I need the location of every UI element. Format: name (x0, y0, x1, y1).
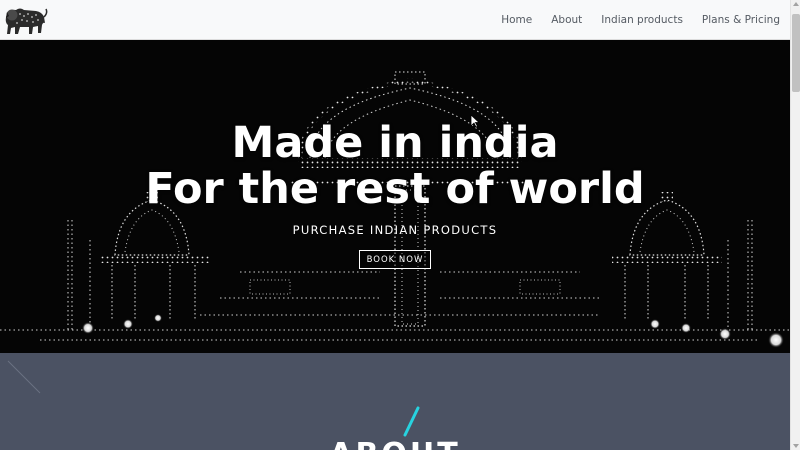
lion-logo-icon (5, 8, 48, 34)
top-navbar: Home About Indian products Plans & Prici… (0, 0, 790, 40)
hero-section: Made in india For the rest of world PURC… (0, 40, 790, 353)
hero-title-line-2: For the rest of world (145, 164, 645, 214)
about-heading: ABOUT (0, 437, 790, 450)
nav-links: Home About Indian products Plans & Prici… (482, 0, 780, 40)
about-section: ABOUT (0, 353, 790, 450)
hero-subtitle: PURCHASE INDIAN PRODUCTS (292, 223, 498, 237)
book-now-button[interactable]: BOOK NOW (359, 250, 431, 269)
vertical-scrollbar[interactable] (790, 0, 800, 450)
scroll-up-arrow-icon[interactable] (793, 2, 799, 6)
accent-stroke (403, 406, 420, 437)
scroll-down-arrow-icon[interactable] (793, 444, 799, 448)
nav-link-home[interactable]: Home (501, 14, 532, 26)
hero-title-line-1: Made in india (231, 118, 559, 168)
nav-link-indian-products[interactable]: Indian products (601, 14, 683, 26)
scroll-thumb[interactable] (792, 14, 800, 92)
nav-link-about[interactable]: About (551, 14, 582, 26)
mouse-cursor-icon (470, 114, 480, 128)
brand-logo[interactable] (0, 0, 50, 40)
about-decoration (7, 360, 420, 437)
nav-link-plans-pricing[interactable]: Plans & Pricing (702, 14, 780, 26)
